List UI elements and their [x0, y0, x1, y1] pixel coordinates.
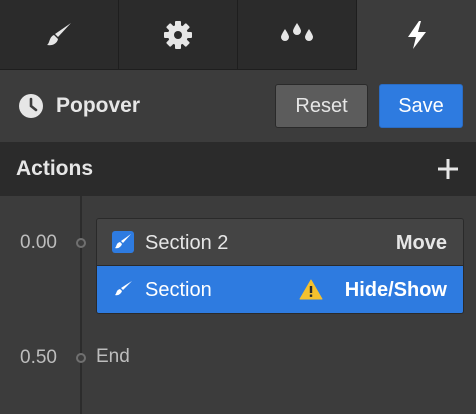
timeline-end-label: End: [96, 346, 130, 367]
timeline-marker-end: [76, 353, 86, 363]
action-timeline: 0.00 Section 2 Move Section Hide/Show 0.…: [0, 196, 476, 414]
save-button[interactable]: Save: [379, 84, 463, 128]
action-target-name: Section: [145, 279, 212, 301]
action-group: Section 2 Move Section Hide/Show: [96, 218, 464, 314]
plus-icon[interactable]: [438, 159, 458, 179]
brush-checkbox-icon: [112, 231, 134, 253]
tab-interactions[interactable]: [357, 0, 476, 70]
tab-settings[interactable]: [119, 0, 238, 70]
interaction-header: Popover Reset Save: [0, 70, 476, 142]
brush-icon: [112, 278, 134, 300]
reset-button[interactable]: Reset: [275, 84, 368, 128]
clock-icon: [18, 93, 44, 119]
page-title: Popover: [56, 94, 141, 117]
gear-icon: [162, 19, 194, 51]
panel-tabbar: [0, 0, 476, 70]
action-row-selected[interactable]: Section Hide/Show: [97, 266, 463, 313]
action-target-name: Section 2: [145, 232, 229, 254]
paintbrush-icon: [44, 20, 74, 50]
action-type: Hide/Show: [344, 279, 447, 301]
timeline-track: [80, 196, 82, 414]
warning-icon: [299, 279, 323, 300]
actions-header: Actions: [0, 142, 476, 196]
lightning-icon: [405, 20, 429, 50]
timeline-time-start: 0.00: [20, 232, 57, 253]
action-row[interactable]: Section 2 Move: [97, 219, 463, 266]
tab-colors[interactable]: [238, 0, 357, 70]
action-type: Move: [395, 232, 447, 254]
tab-style[interactable]: [0, 0, 119, 70]
timeline-time-end: 0.50: [20, 347, 57, 368]
actions-label: Actions: [16, 157, 94, 180]
timeline-marker-start: [76, 238, 86, 248]
droplets-icon: [279, 21, 315, 49]
